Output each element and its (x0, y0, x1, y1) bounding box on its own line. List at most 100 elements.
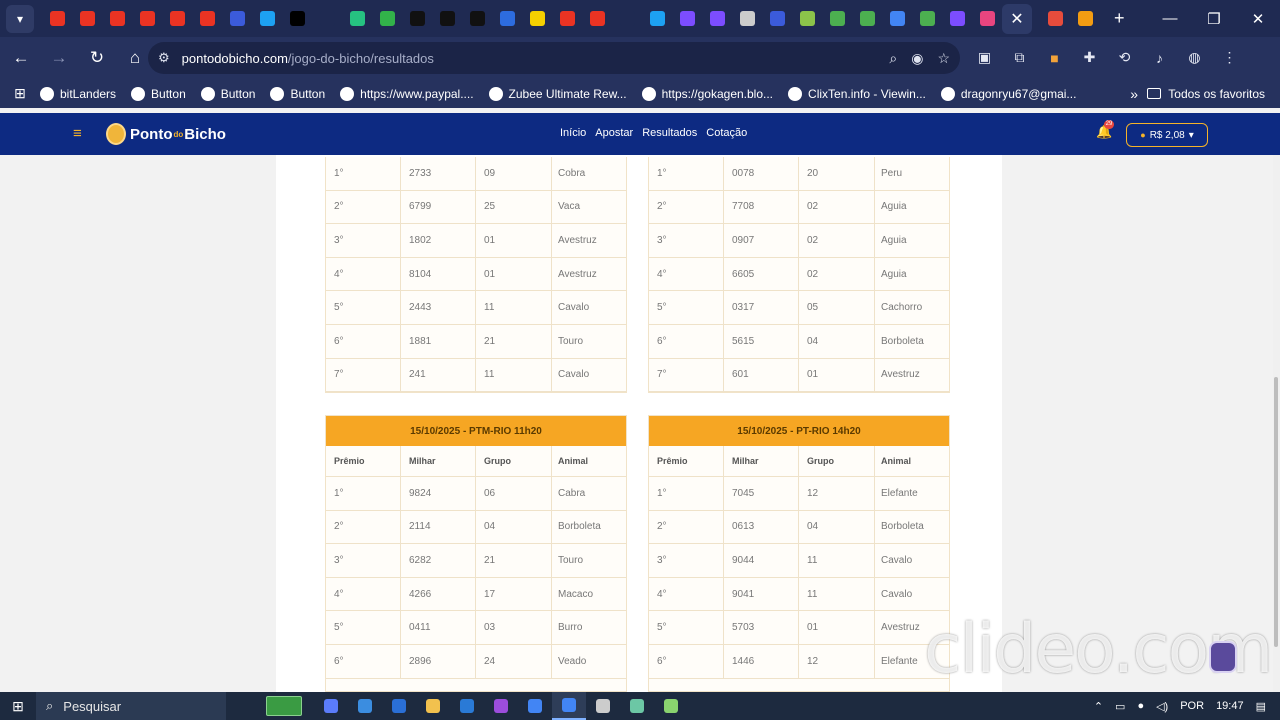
minimize-button[interactable]: — (1148, 10, 1192, 27)
extension-icon[interactable]: ▣ (972, 45, 997, 70)
browser-tab[interactable] (522, 4, 552, 34)
browser-tab[interactable] (492, 4, 522, 34)
apps-grid-icon[interactable]: ⊞ (0, 85, 40, 102)
browser-tab[interactable] (132, 4, 162, 34)
browser-tab[interactable] (672, 4, 702, 34)
history-icon[interactable]: ⟲ (1112, 45, 1137, 70)
browser-tab[interactable] (42, 4, 72, 34)
tab-search-menu-button[interactable]: ▾ (6, 4, 34, 33)
browser-tab[interactable] (462, 4, 492, 34)
nav-inicio[interactable]: Início (560, 127, 586, 139)
browser-tab[interactable] (1070, 4, 1100, 34)
taskbar-app-button[interactable] (450, 692, 484, 720)
close-window-button[interactable]: ✕ (1236, 10, 1280, 28)
bookmark-star-icon[interactable]: ☆ (937, 50, 950, 67)
bookmark-item[interactable]: https://www.paypal.... (340, 86, 474, 101)
home-button[interactable]: ⌂ (118, 41, 152, 75)
bookmark-item[interactable]: Button (200, 86, 255, 101)
taskbar-app-button[interactable] (348, 692, 382, 720)
scrollbar-thumb[interactable] (1274, 377, 1278, 647)
browser-tab[interactable] (312, 4, 342, 34)
site-settings-icon[interactable]: ⚙ (158, 50, 170, 66)
widgets-icon[interactable] (266, 696, 302, 716)
browser-tab[interactable] (432, 4, 462, 34)
taskbar-app-button[interactable] (314, 692, 348, 720)
browser-tab[interactable] (162, 4, 192, 34)
clock[interactable]: 19:47 (1216, 700, 1244, 712)
nav-resultados[interactable]: Resultados (642, 127, 697, 139)
forward-button[interactable]: → (42, 41, 76, 75)
browser-tab[interactable] (372, 4, 402, 34)
balance-button[interactable]: ● R$ 2,08 ▾ (1126, 123, 1208, 147)
browser-tab[interactable] (822, 4, 852, 34)
taskbar-app-button[interactable] (552, 692, 586, 720)
browser-tab[interactable] (222, 4, 252, 34)
back-button[interactable]: ← (4, 41, 38, 75)
browser-tab[interactable] (762, 4, 792, 34)
browser-tab[interactable] (252, 4, 282, 34)
taskbar-app-button[interactable] (518, 692, 552, 720)
search-icon[interactable]: ⌕ (889, 50, 897, 67)
browser-tab[interactable] (942, 4, 972, 34)
windows-start-icon[interactable]: ⊞ (0, 692, 36, 720)
bookmark-item[interactable]: dragonryu67@gmai... (940, 86, 1076, 101)
nav-cotacao[interactable]: Cotação (706, 127, 747, 139)
nav-apostar[interactable]: Apostar (595, 127, 633, 139)
taskbar-app-button[interactable] (620, 692, 654, 720)
browser-tab[interactable] (642, 4, 672, 34)
browser-tab[interactable] (282, 4, 312, 34)
address-bar[interactable]: ⚙ pontodobicho.com/jogo-do-bicho/resulta… (148, 42, 960, 74)
browser-tab[interactable] (972, 4, 1002, 34)
taskbar-app-button[interactable] (484, 692, 518, 720)
translate-icon[interactable]: ⧉ (1007, 45, 1032, 70)
all-bookmarks-folder[interactable]: Todos os favoritos (1147, 79, 1265, 108)
taskbar-app-button[interactable] (382, 692, 416, 720)
table-cell: Peru (881, 167, 903, 179)
restore-button[interactable]: ❐ (1192, 10, 1236, 28)
browser-tab[interactable] (342, 4, 372, 34)
hamburger-menu-icon[interactable]: ≡ (73, 125, 82, 142)
taskbar-app-button[interactable] (416, 692, 450, 720)
taskbar-app-button[interactable] (654, 692, 688, 720)
puzzle-icon[interactable]: ✚ (1077, 45, 1102, 70)
browser-tab[interactable] (1040, 4, 1070, 34)
browser-tab[interactable] (792, 4, 822, 34)
browser-tab[interactable] (732, 4, 762, 34)
extension-icon[interactable]: ■ (1042, 45, 1067, 70)
browser-tab[interactable] (882, 4, 912, 34)
bookmark-item[interactable]: Button (131, 86, 186, 101)
browser-tab[interactable] (582, 4, 612, 34)
browser-tab[interactable] (612, 4, 642, 34)
bookmark-item[interactable]: ClixTen.info - Viewin... (788, 86, 926, 101)
browser-tab[interactable] (852, 4, 882, 34)
browser-tab[interactable] (552, 4, 582, 34)
bookmark-item[interactable]: Button (270, 86, 325, 101)
microphone-icon[interactable]: ● (1137, 700, 1144, 712)
speaker-icon[interactable]: ◁) (1156, 700, 1168, 713)
browser-tab[interactable] (102, 4, 132, 34)
bookmark-item[interactable]: Zubee Ultimate Rew... (488, 86, 627, 101)
reload-button[interactable]: ↻ (80, 41, 114, 75)
more-menu-icon[interactable]: ⋮ (1217, 45, 1242, 70)
url-text[interactable]: pontodobicho.com/jogo-do-bicho/resultado… (182, 51, 434, 66)
bookmarks-more-button[interactable]: » (1130, 79, 1138, 108)
site-logo[interactable]: Ponto do Bicho (106, 123, 226, 145)
browser-tab[interactable] (702, 4, 732, 34)
network-icon[interactable]: ▭ (1115, 700, 1125, 713)
profile-avatar-icon[interactable]: ◍ (1182, 45, 1207, 70)
media-icon[interactable]: ♪ (1147, 45, 1172, 70)
browser-tab[interactable] (402, 4, 432, 34)
browser-tab[interactable] (912, 4, 942, 34)
browser-tab[interactable] (72, 4, 102, 34)
eye-icon[interactable]: ◉ (911, 50, 923, 67)
taskbar-search[interactable]: ⌕ Pesquisar (36, 692, 226, 720)
chevron-up-icon[interactable]: ⌃ (1094, 700, 1103, 713)
bookmark-item[interactable]: https://gokagen.blo... (641, 86, 773, 101)
new-tab-button[interactable]: + (1114, 8, 1125, 29)
language-indicator[interactable]: POR (1180, 700, 1204, 712)
browser-tab[interactable] (192, 4, 222, 34)
bookmark-item[interactable]: bitLanders (40, 86, 116, 101)
notifications-icon[interactable]: ▤ (1256, 700, 1266, 713)
taskbar-app-button[interactable] (586, 692, 620, 720)
active-tab-close-button[interactable]: ✕ (1002, 3, 1032, 34)
